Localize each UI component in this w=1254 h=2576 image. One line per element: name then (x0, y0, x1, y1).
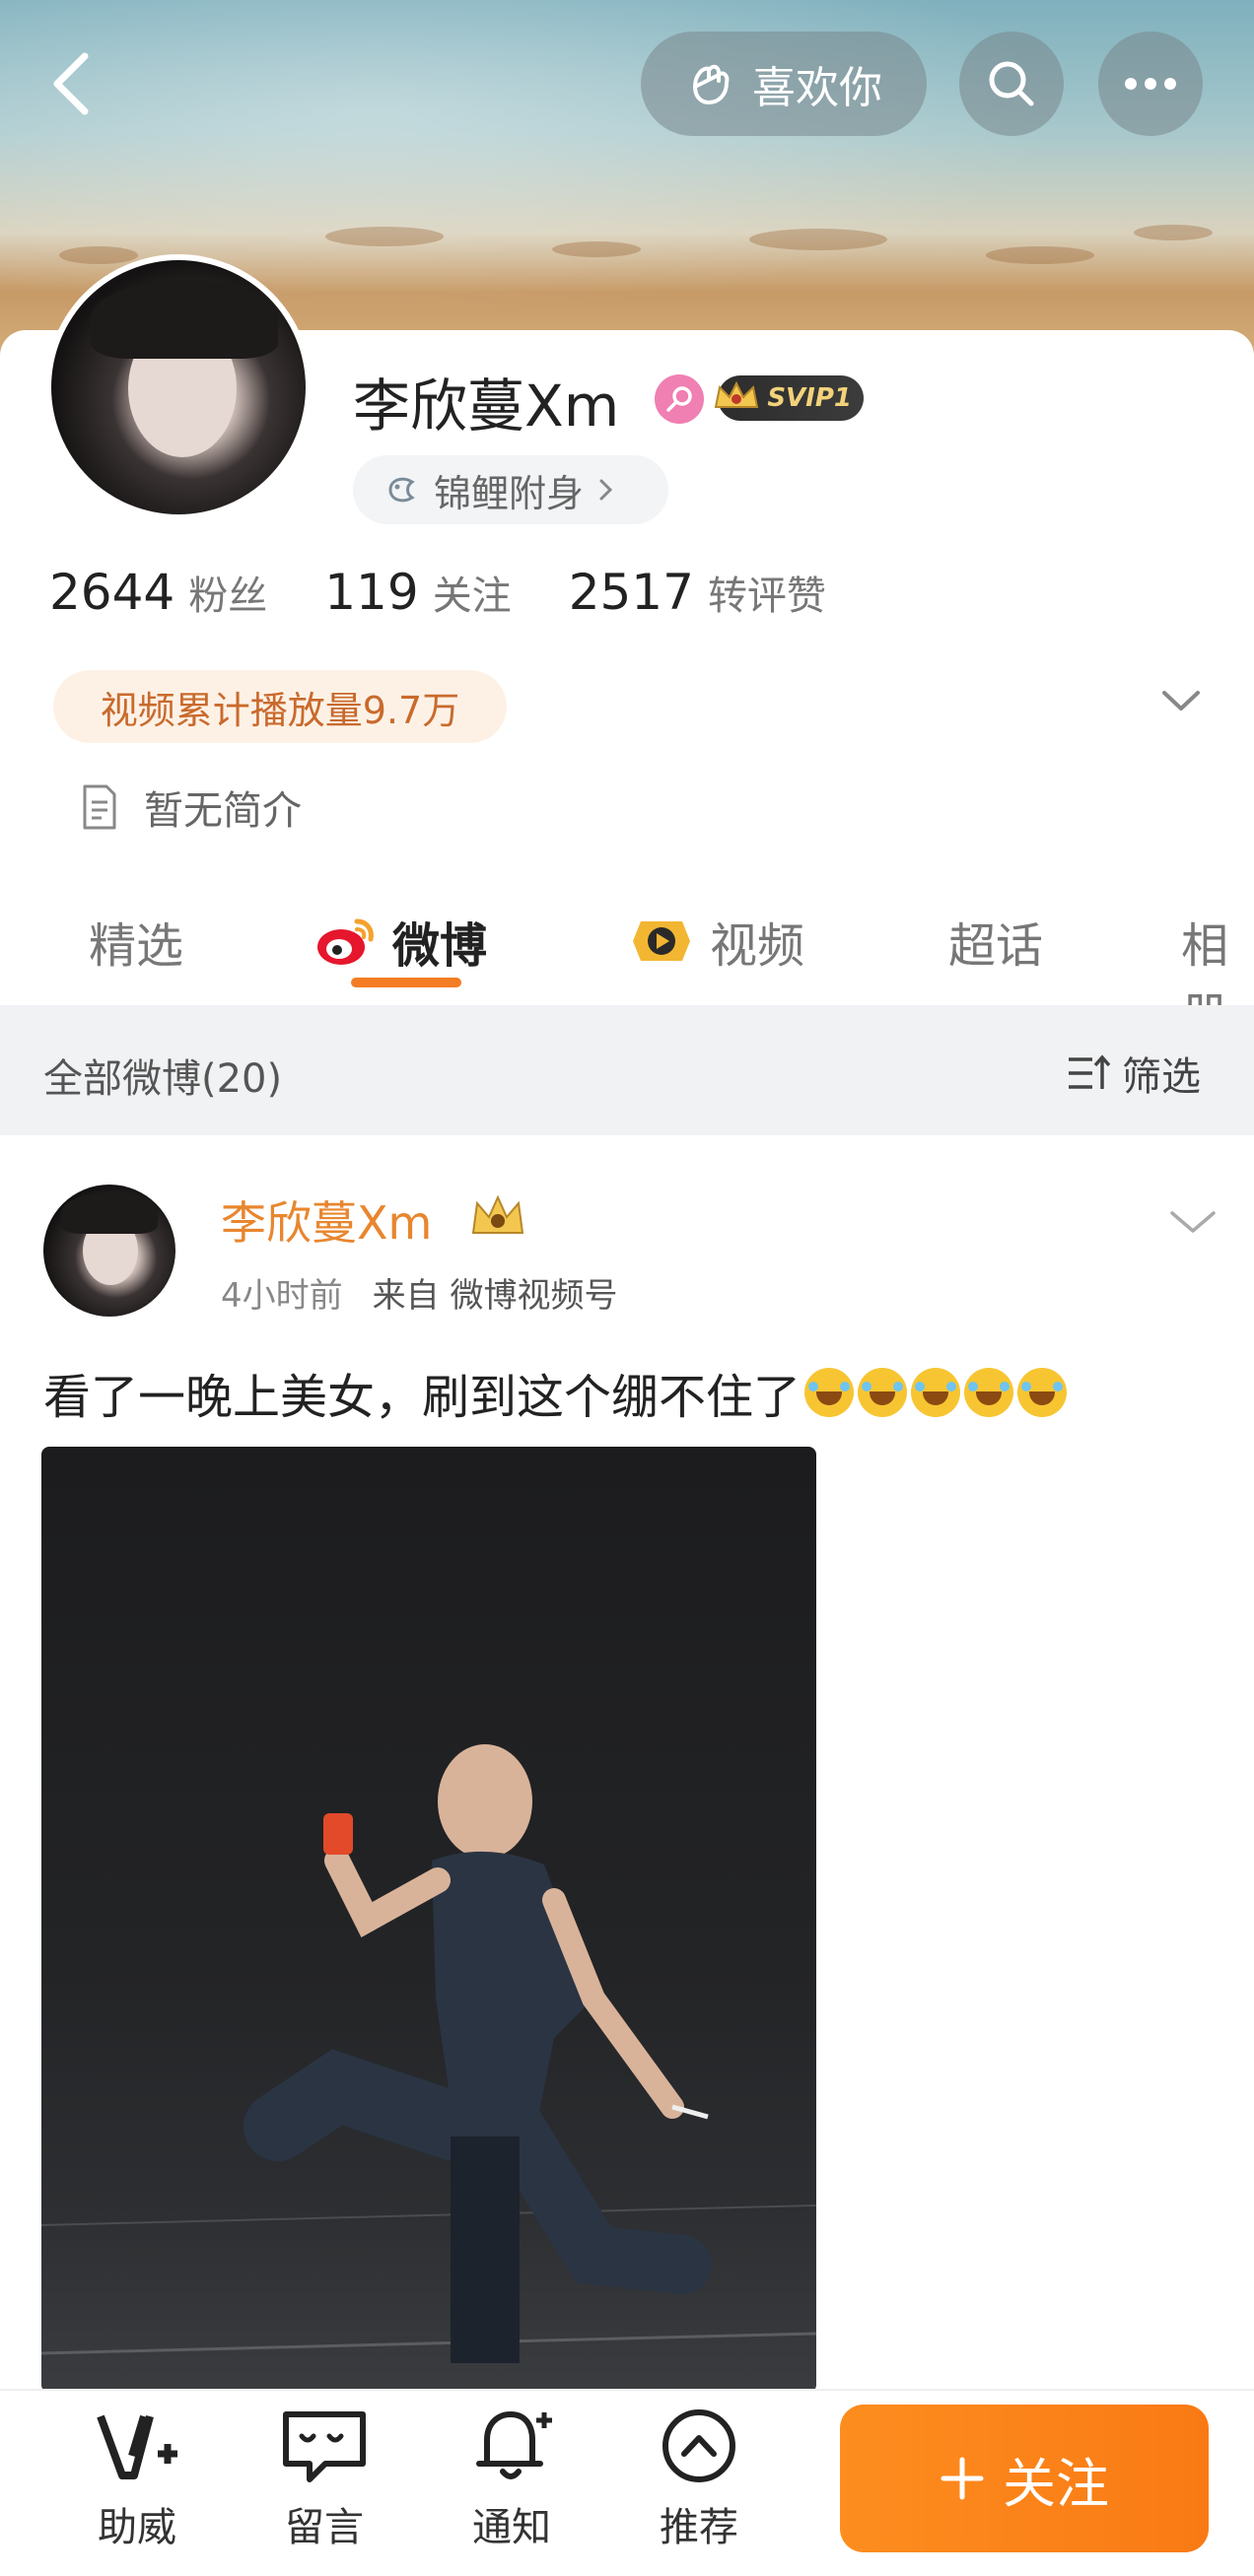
tab-video[interactable]: 视频 (627, 907, 804, 976)
active-tab-indicator (351, 978, 461, 987)
video-plays-badge[interactable]: 视频累计播放量9.7万 (53, 670, 507, 743)
stat-value: 2644 (49, 564, 175, 621)
back-button[interactable] (43, 44, 103, 123)
recommend-button[interactable]: 推荐 (635, 2407, 763, 2552)
post-author-name[interactable]: 李欣蔓Xm (221, 1187, 432, 1253)
profile-stats: 2644 粉丝 119 关注 2517 转评赞 (49, 564, 826, 621)
search-icon (989, 61, 1034, 106)
stat-label: 关注 (432, 574, 512, 619)
post-menu-button[interactable] (1168, 1207, 1218, 1241)
stat-following[interactable]: 119 关注 (324, 564, 511, 621)
message-icon (283, 2411, 366, 2482)
stat-label: 转评赞 (707, 574, 826, 619)
stat-value: 2517 (568, 564, 694, 621)
laugh-cry-emoji-icon (1017, 1368, 1068, 1417)
post-meta: 4小时前 来自 微博视频号 (221, 1268, 617, 1317)
recommend-icon (662, 2409, 735, 2482)
filter-sort-icon (1069, 1054, 1111, 1089)
profile-tabs: 精选 微博 视频 超话 相册 (0, 887, 1254, 1043)
avatar[interactable] (45, 254, 312, 520)
tab-label: 视频 (710, 918, 805, 974)
document-icon (83, 784, 116, 830)
notify-button[interactable]: 通知 (448, 2407, 576, 2552)
tab-weibo[interactable]: 微博 (314, 907, 487, 976)
video-frame (41, 1744, 816, 2363)
koi-fish-icon (388, 477, 415, 503)
filter-label: 筛选 (1122, 1054, 1201, 1100)
boost-label: 助威 (98, 2505, 176, 2550)
chevron-down-icon (1162, 691, 1200, 711)
stat-label: 粉丝 (188, 574, 268, 619)
laugh-cry-emoji-icon (911, 1368, 961, 1417)
like-button[interactable]: 喜欢你 (641, 32, 927, 136)
post-source[interactable]: 来自 微博视频号 (373, 1268, 618, 1317)
laugh-cry-emoji-icon (858, 1368, 908, 1417)
crown-icon (714, 380, 759, 408)
hand-heart-icon (693, 64, 730, 104)
recommend-label: 推荐 (660, 2505, 738, 2550)
post-video[interactable] (41, 1447, 816, 2393)
stat-interactions[interactable]: 2517 转评赞 (569, 564, 826, 621)
svip-label: SVIP1 (767, 383, 852, 413)
tab-label: 微博 (392, 918, 488, 974)
chevron-right-icon (599, 479, 613, 501)
follow-label: 关注 (1003, 2452, 1109, 2515)
stat-followers[interactable]: 2644 粉丝 (49, 564, 267, 621)
like-label: 喜欢你 (752, 63, 882, 113)
bio-text: 暂无简介 (144, 788, 302, 834)
back-arrow-icon (53, 52, 89, 115)
crown-icon (467, 1189, 528, 1247)
filter-button[interactable]: 筛选 (1065, 1045, 1201, 1102)
female-icon (655, 374, 704, 424)
plus-icon (940, 2457, 984, 2500)
svip-badge[interactable]: SVIP1 (714, 375, 864, 421)
stat-value: 119 (324, 564, 419, 621)
message-label: 留言 (285, 2505, 364, 2550)
weibo-logo-icon (317, 918, 374, 965)
chevron-down-icon (1170, 1211, 1216, 1233)
luck-badge[interactable]: 锦鲤附身 (353, 455, 668, 524)
follow-button[interactable]: 关注 (840, 2405, 1209, 2552)
search-button[interactable] (959, 32, 1064, 136)
bell-icon (476, 2411, 552, 2479)
post-text: 看了一晚上美女，刷到这个绷不住了 (43, 1358, 1068, 1427)
tab-label: 精选 (89, 918, 184, 974)
tab-super-topic[interactable]: 超话 (948, 907, 1043, 976)
username: 李欣蔓Xm (353, 373, 620, 440)
all-posts-count: 全部微博(20) (43, 1056, 283, 1102)
tab-label: 超话 (948, 918, 1044, 974)
more-dots-icon (1125, 78, 1176, 90)
post-time: 4小时前 (221, 1276, 343, 1316)
laugh-cry-emoji-icon (964, 1368, 1014, 1417)
bio: 暂无简介 (79, 779, 302, 836)
tab-featured[interactable]: 精选 (89, 907, 183, 976)
video-badge-icon (633, 921, 690, 961)
boost-icon (97, 2414, 177, 2479)
post-author-avatar[interactable] (43, 1185, 175, 1317)
boost-button[interactable]: 助威 (73, 2407, 201, 2552)
notify-label: 通知 (472, 2505, 551, 2550)
laugh-cry-emoji-icon (804, 1368, 855, 1417)
post-body: 看了一晚上美女，刷到这个绷不住了 (43, 1370, 801, 1425)
message-button[interactable]: 留言 (260, 2407, 388, 2552)
luck-label: 锦鲤附身 (434, 471, 585, 515)
expand-profile-button[interactable] (1158, 685, 1204, 718)
more-button[interactable] (1098, 32, 1203, 136)
